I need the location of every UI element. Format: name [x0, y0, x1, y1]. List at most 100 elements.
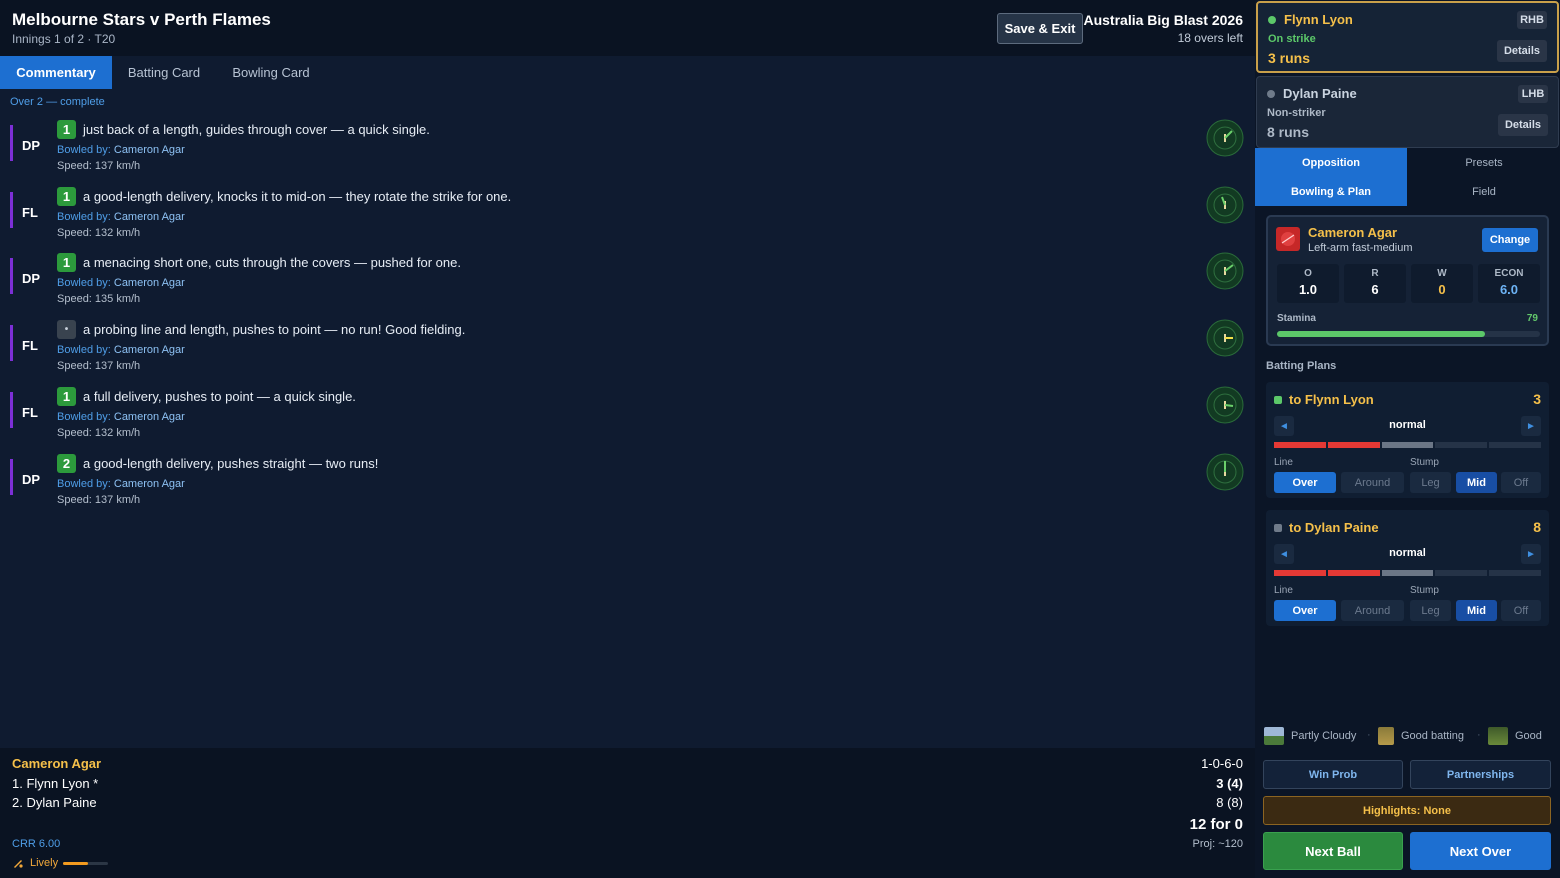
stump-label: Stump — [1410, 457, 1439, 468]
stat-runs: R6 — [1344, 264, 1406, 303]
batter-initials: DP — [22, 138, 41, 153]
over-label: Over 2 — complete — [10, 96, 105, 108]
tab-batting-card[interactable]: Batting Card — [114, 56, 214, 89]
stamina-label: Stamina — [1277, 313, 1316, 324]
next-ball-button[interactable]: Next Ball — [1263, 832, 1403, 870]
batter-2-score: 8 (8) — [1216, 795, 1243, 810]
aggression-segment — [1274, 570, 1326, 576]
pitch-condition: Lively — [12, 857, 58, 869]
tab-bowling-card[interactable]: Bowling Card — [220, 56, 322, 89]
commentary-ball-row: DP 1 a menacing short one, cuts through th… — [0, 252, 1255, 317]
striker-status-dot — [1268, 16, 1276, 24]
stump-off-option[interactable]: Off — [1501, 472, 1541, 493]
stump-leg-option[interactable]: Leg — [1410, 600, 1451, 621]
ball-commentary: a menacing short one, cuts through the c… — [83, 255, 461, 271]
ball-commentary: just back of a length, guides through co… — [83, 122, 430, 137]
stat-economy: ECON 6.0 — [1478, 264, 1540, 303]
main-panel: Melbourne Stars v Perth Flames Innings 1… — [0, 0, 1255, 878]
striker-details-button[interactable]: Details — [1497, 40, 1547, 62]
wagon-wheel-icon[interactable] — [1206, 119, 1244, 157]
aggression-segment — [1327, 570, 1380, 576]
line-around-option[interactable]: Around — [1341, 600, 1404, 621]
plan-batter-name: to Flynn Lyon — [1289, 392, 1374, 407]
pitch-meter-fill — [63, 862, 88, 865]
decrease-aggression-button[interactable]: ◄ — [1274, 544, 1294, 564]
bowler-type: Left-arm fast-medium — [1308, 242, 1413, 254]
tab-commentary[interactable]: Commentary — [0, 56, 112, 89]
stat-wickets-label: W — [1437, 268, 1447, 279]
increase-aggression-button[interactable]: ► — [1521, 416, 1541, 436]
outfield-condition: Good — [1488, 726, 1542, 746]
aggression-segment — [1489, 442, 1541, 448]
non-striker-details-button[interactable]: Details — [1498, 114, 1548, 136]
bowled-by: Bowled by: Cameron Agar — [57, 144, 185, 156]
stamina-value: 79 — [1526, 313, 1538, 324]
weather-condition: Partly Cloudy — [1264, 726, 1356, 746]
wagon-wheel-icon[interactable] — [1206, 453, 1244, 491]
side-tab-field[interactable]: Field — [1408, 177, 1560, 206]
partnerships-button[interactable]: Partnerships — [1410, 760, 1551, 789]
aggression-mode: normal — [1389, 547, 1426, 559]
aggression-segment — [1327, 442, 1380, 448]
runs-badge: • — [57, 320, 76, 340]
non-striker-hand-badge: LHB — [1518, 85, 1548, 103]
pitch-quality: Good batting — [1378, 726, 1464, 746]
non-striker-status-dot — [1267, 90, 1275, 98]
bowled-by-label: Bowled by: — [57, 410, 111, 423]
ball-commentary: a full delivery, pushes to point — a qui… — [83, 388, 356, 404]
save-exit-button[interactable]: Save & Exit — [997, 13, 1083, 44]
projected-score: Proj: ~120 — [1192, 838, 1243, 850]
increase-aggression-button[interactable]: ► — [1521, 544, 1541, 564]
runs-badge: 1 — [57, 120, 76, 139]
bowled-by-label: Bowled by: — [57, 210, 111, 223]
stat-runs-label: R — [1371, 268, 1379, 279]
commentary-ball-row: FL 1 a full delivery, pushes to point — a … — [0, 386, 1255, 451]
wagon-wheel-icon[interactable] — [1206, 386, 1244, 424]
next-over-button[interactable]: Next Over — [1410, 832, 1551, 870]
wagon-wheel-icon[interactable] — [1206, 186, 1244, 224]
bowled-by-label: Bowled by: — [57, 344, 111, 357]
stump-off-option[interactable]: Off — [1501, 600, 1541, 621]
change-bowler-button[interactable]: Change — [1482, 228, 1538, 252]
batting-plan-card: to Dylan Paine 8 normal ◄ ► Line Stump Over Arou… — [1266, 510, 1549, 626]
bowled-by: Bowled by: Cameron Agar — [57, 277, 185, 289]
side-tab-bowling-plan[interactable]: Bowling & Plan — [1255, 177, 1407, 206]
runs-badge: 1 — [57, 386, 76, 406]
stamina-bar — [1277, 331, 1540, 337]
stump-mid-option[interactable]: Mid — [1456, 472, 1497, 493]
stump-leg-option[interactable]: Leg — [1410, 472, 1451, 493]
line-over-option[interactable]: Over — [1274, 600, 1336, 621]
striker-runs: 3 runs — [1268, 50, 1311, 66]
ball-marker — [10, 325, 13, 362]
ball-speed: Speed: 132 km/h — [57, 426, 141, 439]
wagon-wheel-icon[interactable] — [1206, 319, 1244, 357]
striker-name: Flynn Lyon — [1284, 12, 1353, 27]
batter-1-score: 3 (4) — [1216, 776, 1243, 791]
aggression-bar — [1274, 570, 1541, 576]
wagon-wheel-icon[interactable] — [1206, 252, 1244, 290]
ball-speed: Speed: 137 km/h — [57, 493, 141, 506]
highlights-button[interactable]: Highlights: None — [1263, 796, 1551, 825]
overs-left: 18 overs left — [1177, 31, 1243, 45]
cricket-ball-icon — [1276, 227, 1300, 251]
ball-commentary: a probing line and length, pushes to poi… — [83, 322, 466, 338]
side-tab-presets[interactable]: Presets — [1408, 148, 1560, 177]
non-striker-role: Non-striker — [1267, 107, 1326, 119]
side-tab-opposition[interactable]: Opposition — [1255, 148, 1407, 177]
batting-plan-card: to Flynn Lyon 3 normal ◄ ► Line Stump Over Aroun… — [1266, 382, 1549, 498]
runs-badge: 2 — [57, 453, 76, 473]
ball-commentary: a good-length delivery, knocks it to mid… — [83, 188, 512, 204]
aggression-segment — [1381, 442, 1434, 448]
stat-wickets-value: 0 — [1438, 282, 1446, 297]
aggression-mode: normal — [1389, 419, 1426, 431]
bowler-name: Cameron Agar — [1308, 225, 1398, 240]
decrease-aggression-button[interactable]: ◄ — [1274, 416, 1294, 436]
line-over-option[interactable]: Over — [1274, 472, 1336, 493]
stump-mid-option[interactable]: Mid — [1456, 600, 1497, 621]
bowled-by-name: Cameron Agar — [113, 144, 185, 156]
line-around-option[interactable]: Around — [1341, 472, 1404, 493]
win-prob-button[interactable]: Win Prob — [1263, 760, 1403, 789]
plan-batter-score: 3 — [1533, 391, 1541, 407]
match-header: Melbourne Stars v Perth Flames Innings 1… — [0, 0, 1255, 56]
bowled-by: Bowled by: Cameron Agar — [57, 411, 185, 423]
